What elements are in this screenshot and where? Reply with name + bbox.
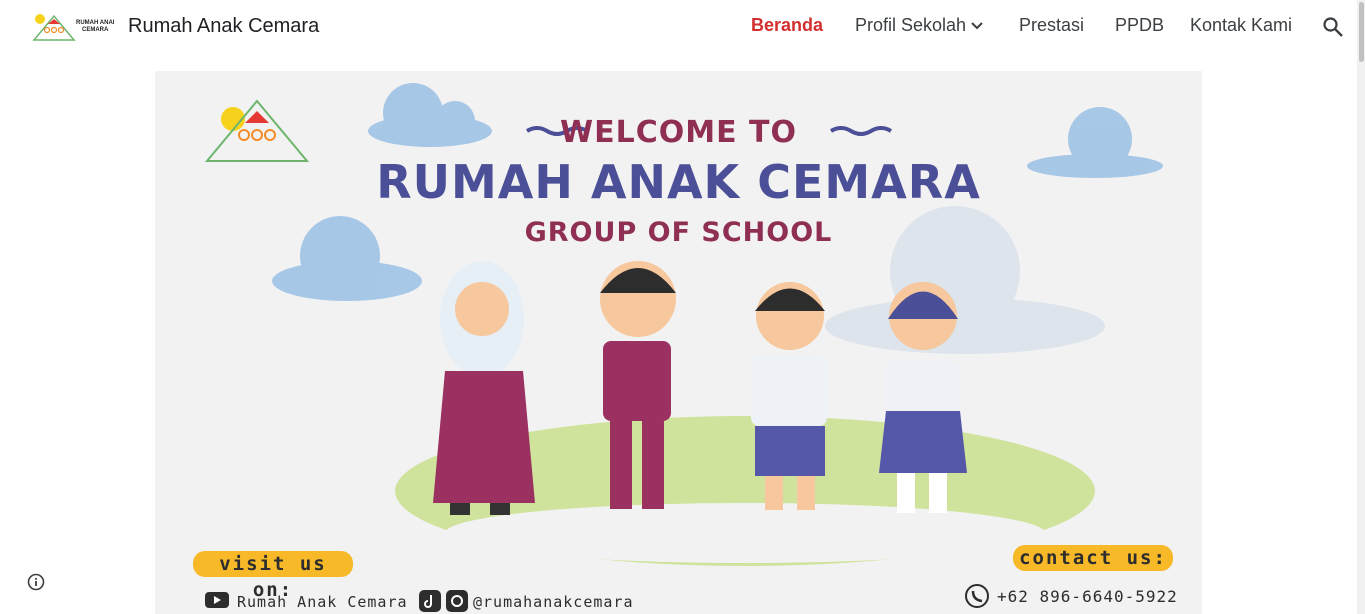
nav-profil-sekolah[interactable]: Profil Sekolah bbox=[855, 15, 984, 36]
banner-illustration bbox=[204, 83, 1163, 566]
school-logo[interactable]: RUMAH ANAK CEMARA bbox=[30, 10, 114, 44]
scrollbar-thumb[interactable] bbox=[1359, 2, 1364, 62]
info-icon[interactable] bbox=[27, 573, 45, 591]
contact-phone: +62 896-6640-5922 bbox=[997, 587, 1178, 606]
nav-beranda[interactable]: Beranda bbox=[751, 15, 823, 36]
hero-banner-image: WELCOME TO RUMAH ANAK CEMARA GROUP OF SC… bbox=[155, 71, 1202, 614]
banner-group: GROUP OF SCHOOL bbox=[524, 217, 833, 248]
banner-welcome: WELCOME TO bbox=[560, 115, 797, 150]
svg-text:CEMARA: CEMARA bbox=[82, 27, 109, 33]
social-handle: @rumahanakcemara bbox=[473, 593, 634, 611]
youtube-channel: Rumah Anak Cemara bbox=[237, 593, 408, 611]
nav-prestasi[interactable]: Prestasi bbox=[1019, 15, 1084, 36]
site-title[interactable]: Rumah Anak Cemara bbox=[128, 15, 319, 38]
nav-profil-sekolah-label: Profil Sekolah bbox=[855, 15, 967, 35]
tiktok-icon bbox=[419, 590, 441, 612]
banner-school-name: RUMAH ANAK CEMARA bbox=[376, 155, 981, 209]
contact-label: contact us: bbox=[1013, 545, 1173, 571]
chevron-down-icon bbox=[971, 22, 983, 30]
youtube-icon bbox=[205, 592, 229, 608]
nav-kontak-kami[interactable]: Kontak Kami bbox=[1190, 15, 1292, 36]
scrollbar-track[interactable] bbox=[1357, 0, 1365, 614]
nav-ppdb[interactable]: PPDB bbox=[1115, 15, 1164, 36]
svg-text:RUMAH ANAK: RUMAH ANAK bbox=[76, 20, 114, 26]
site-header: RUMAH ANAK CEMARA Rumah Anak Cemara Bera… bbox=[0, 0, 1365, 56]
search-icon[interactable] bbox=[1321, 15, 1345, 39]
visit-label: visit us on: bbox=[193, 551, 353, 601]
phone-icon bbox=[965, 584, 989, 608]
instagram-icon bbox=[446, 590, 468, 612]
